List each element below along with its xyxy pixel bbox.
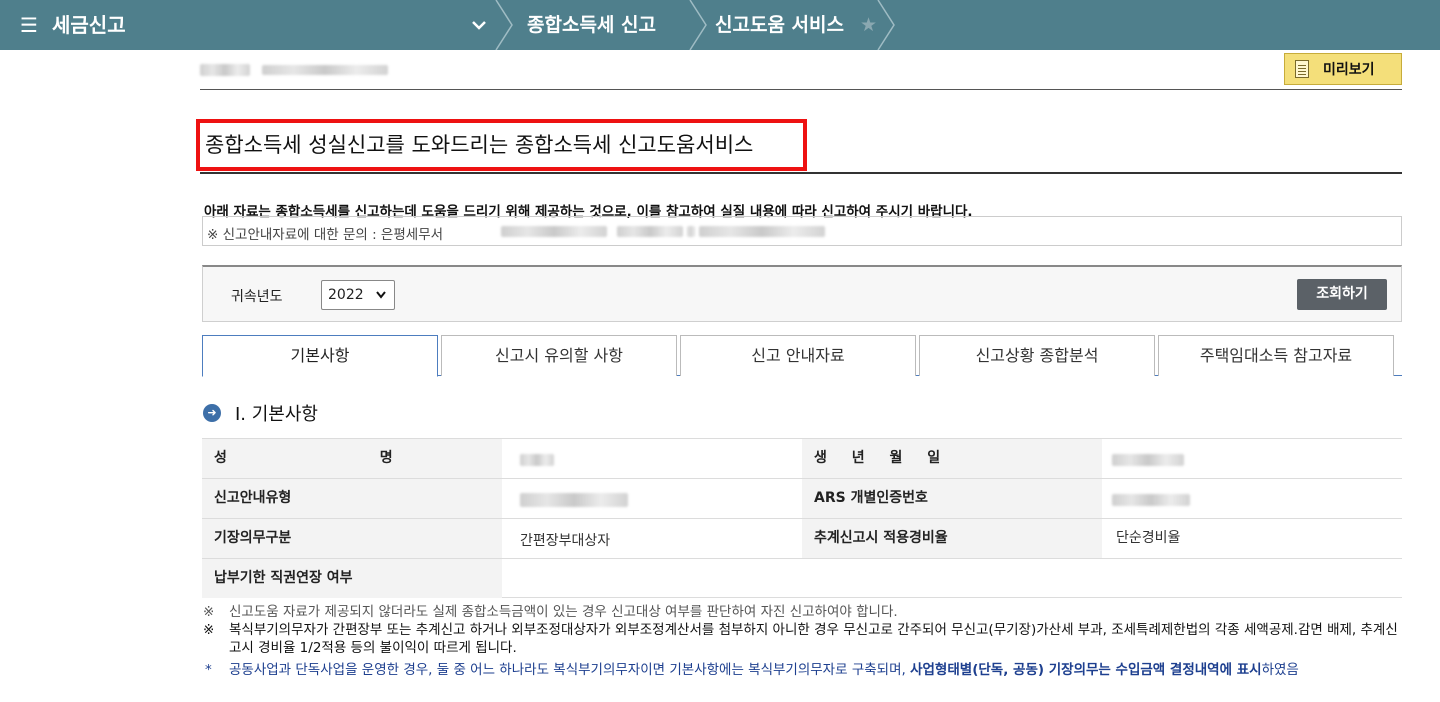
note-item: ※ 신고도움 자료가 제공되지 않더라도 실제 종합소득금액이 있는 경우 신고… <box>203 603 1403 621</box>
masked-value <box>520 493 628 507</box>
note-mark: ※ <box>203 622 215 638</box>
tab-filing-analysis[interactable]: 신고상황 종합분석 <box>919 335 1155 376</box>
birth-label: 생 년 월 일 <box>814 450 951 466</box>
breadcrumb-separator <box>689 0 707 50</box>
note-item: ※ 복식부기의무자가 간편장부 또는 추계신고 하거나 외부조정대상자가 외부조… <box>203 621 1403 657</box>
note-item: * 공동사업과 단독사업을 운영한 경우, 둘 중 어느 하나라도 복식부기의무… <box>203 661 1403 679</box>
table-row: 기장의무구분 간편장부대상자 추계신고시 적용경비율 단순경비율 <box>202 518 1402 558</box>
note-mark: ※ <box>203 604 215 620</box>
table-header-cell: 납부기한 직권연장 여부 <box>202 559 502 598</box>
hamburger-icon[interactable]: ☰ <box>20 14 38 36</box>
tab-filing-guide[interactable]: 신고 안내자료 <box>680 335 916 376</box>
notes: ※ 신고도움 자료가 제공되지 않더라도 실제 종합소득금액이 있는 경우 신고… <box>203 603 1403 679</box>
table-row: 성 명 생 년 월 일 <box>202 438 1402 478</box>
table-row: 납부기한 직권연장 여부 <box>202 558 1402 598</box>
inquiry-box: ※ 신고안내자료에 대한 문의 : 은평세무서 <box>202 216 1402 246</box>
breadcrumb-separator <box>495 0 513 50</box>
chevron-down-icon[interactable] <box>470 16 488 34</box>
table-header-cell: 생 년 월 일 <box>802 439 1102 478</box>
search-button[interactable]: 조회하기 <box>1297 279 1387 310</box>
masked-value <box>1112 454 1184 466</box>
breadcrumb-separator <box>877 0 895 50</box>
preview-button[interactable]: 미리보기 <box>1284 53 1402 85</box>
app-title[interactable]: 세금신고 <box>52 13 126 37</box>
preview-button-label: 미리보기 <box>1323 62 1375 78</box>
year-select-value: 2022 <box>328 287 364 303</box>
table-cell: 단순경비율 <box>1116 530 1181 546</box>
name-label: 성 명 <box>214 450 467 466</box>
star-icon[interactable]: ★ <box>860 14 877 36</box>
table-header-cell: ARS 개별인증번호 <box>802 479 1102 518</box>
basic-info-table: 성 명 생 년 월 일 신고안내유형 ARS 개별인증번호 기장의무구분 간편장… <box>202 438 1402 598</box>
masked-value <box>520 454 554 466</box>
masked-user-name <box>200 64 250 76</box>
arrow-right-icon: ➜ <box>203 404 221 422</box>
note-text: 공동사업과 단독사업을 운영한 경우, 둘 중 어느 하나라도 복식부기의무자이… <box>229 662 906 678</box>
masked-value <box>1112 494 1190 506</box>
divider <box>200 172 1402 174</box>
table-cell: 간편장부대상자 <box>520 533 611 549</box>
breadcrumb-item-income-tax[interactable]: 종합소득세 신고 <box>527 13 656 37</box>
note-mark: * <box>205 662 212 678</box>
table-header-cell: 추계신고시 적용경비율 <box>802 519 1102 558</box>
search-panel: 귀속년도 2022 조회하기 <box>202 265 1402 322</box>
document-icon <box>1295 60 1309 78</box>
table-header-cell: 기장의무구분 <box>202 519 502 558</box>
table-cell <box>1102 439 1402 478</box>
tab-rental-income[interactable]: 주택임대소득 참고자료 <box>1158 335 1394 376</box>
section-title-text: Ⅰ. 기본사항 <box>235 404 318 425</box>
table-header-cell: 성 명 <box>202 439 502 478</box>
masked-user-info <box>262 65 388 75</box>
note-text-bold: 사업형태별(단독, 공동) 기장의무는 수입금액 결정내역에 표시 <box>910 662 1262 678</box>
breadcrumb-item-help-service[interactable]: 신고도움 서비스 <box>715 13 844 37</box>
table-cell <box>1102 479 1402 518</box>
chevron-down-icon <box>376 291 386 299</box>
tab-filing-cautions[interactable]: 신고시 유의할 사항 <box>441 335 677 376</box>
table-cell <box>502 559 1402 598</box>
masked-contact <box>699 226 825 237</box>
tab-bar: 기본사항 신고시 유의할 사항 신고 안내자료 신고상황 종합분석 주택임대소득… <box>202 335 1402 377</box>
page-title: 종합소득세 성실신고를 도와드리는 종합소득세 신고도움서비스 <box>196 119 807 171</box>
table-header-cell: 신고안내유형 <box>202 479 502 518</box>
masked-contact <box>687 226 695 237</box>
masked-contact <box>501 226 607 237</box>
table-row: 신고안내유형 ARS 개별인증번호 <box>202 478 1402 518</box>
note-text: 복식부기의무자가 간편장부 또는 추계신고 하거나 외부조정대상자가 외부조정계… <box>229 622 1398 656</box>
table-cell <box>502 479 802 518</box>
note-text-tail: 하였음 <box>1261 662 1299 678</box>
page-header-row: 미리보기 <box>200 52 1402 90</box>
tab-basic-info[interactable]: 기본사항 <box>202 335 438 377</box>
top-nav-bar: ☰ 세금신고 종합소득세 신고 신고도움 서비스 ★ <box>0 0 1440 50</box>
inquiry-text: ※ 신고안내자료에 대한 문의 : 은평세무서 <box>207 227 444 243</box>
year-label: 귀속년도 <box>231 289 283 305</box>
table-cell <box>502 439 802 478</box>
section-title: ➜ Ⅰ. 기본사항 <box>203 400 318 426</box>
note-text: 신고도움 자료가 제공되지 않더라도 실제 종합소득금액이 있는 경우 신고대상… <box>229 604 898 620</box>
year-select[interactable]: 2022 <box>321 280 395 310</box>
masked-contact <box>617 226 683 237</box>
